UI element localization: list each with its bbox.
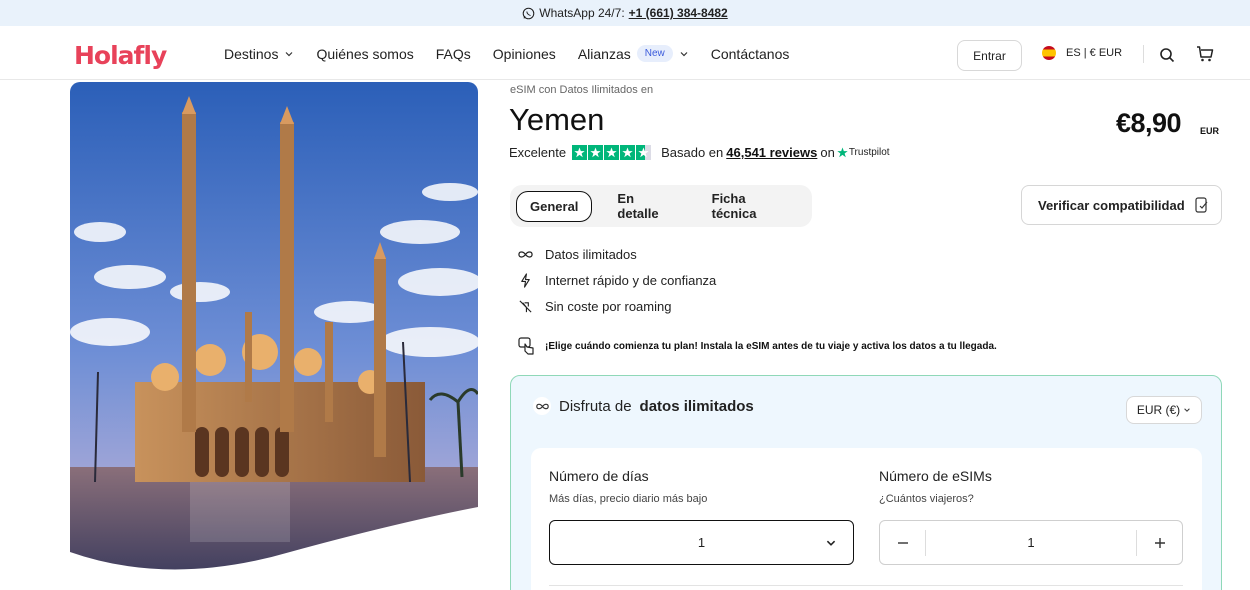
plan-start-info: ¡Elige cuándo comienza tu plan! Instala … — [518, 337, 997, 355]
trustpilot-brand[interactable]: Trustpilot — [837, 147, 890, 158]
chevron-down-icon — [286, 51, 293, 56]
feature-item: Datos ilimitados — [518, 241, 716, 267]
days-select-value: 1 — [697, 535, 706, 550]
days-select[interactable]: 1 — [549, 520, 854, 565]
cart-icon[interactable] — [1196, 45, 1214, 63]
nav-menu: Destinos Quiénes somos FAQs Opiniones Al… — [224, 27, 811, 80]
lightning-icon — [521, 272, 530, 288]
plan-start-info-text: ¡Elige cuándo comienza tu plan! Instala … — [545, 340, 997, 352]
reviews-prefix: Basado en — [661, 145, 724, 160]
plan-heading-bold: datos ilimitados — [639, 397, 754, 415]
price: €8,90 — [1116, 108, 1182, 138]
page-title: Yemen — [509, 102, 605, 137]
chevron-down-icon — [1184, 408, 1190, 412]
currency-select[interactable]: EUR (€) — [1126, 396, 1202, 424]
plan-heading: Disfruta de datos ilimitados — [533, 397, 754, 415]
nav-item-faqs[interactable]: FAQs — [436, 46, 471, 62]
nav-item-label: Contáctanos — [710, 45, 790, 62]
lang-currency-label: ES | € EUR — [1066, 47, 1123, 59]
esims-title: Número de eSIMs — [879, 468, 992, 484]
feature-label: Sin coste por roaming — [545, 298, 672, 314]
star-icon — [588, 145, 604, 160]
star-icon — [604, 145, 620, 160]
days-subtitle: Más días, precio diario más bajo — [549, 493, 708, 505]
increment-button[interactable] — [1137, 521, 1182, 564]
product-tabs: General En detalle Ficha técnica — [510, 185, 812, 227]
tab-general[interactable]: General — [516, 190, 593, 222]
feature-item: Internet rápido y de confianza — [518, 267, 716, 293]
destination-image — [70, 82, 478, 577]
feature-item: Sin coste por roaming — [518, 293, 716, 319]
plus-icon — [1154, 537, 1165, 548]
whatsapp-icon — [522, 7, 535, 19]
login-button[interactable]: Entrar — [957, 40, 1022, 71]
infinity-icon — [533, 397, 551, 415]
esims-quantity-stepper: 1 — [879, 520, 1183, 565]
nav-item-opiniones[interactable]: Opiniones — [493, 46, 556, 62]
top-contact-bar: WhatsApp 24/7: +1 (661) 384-8482 — [0, 0, 1250, 26]
whatsapp-label: WhatsApp 24/7: — [539, 6, 625, 20]
new-badge: New — [636, 45, 673, 62]
nav-divider — [1143, 45, 1144, 63]
esims-quantity-value[interactable]: 1 — [925, 529, 1137, 556]
plan-configurator: Disfruta de datos ilimitados EUR (€) Núm… — [510, 375, 1222, 590]
trustpilot-star-icon — [837, 147, 848, 158]
no-roaming-icon — [519, 299, 532, 313]
main-nav: Holafly Destinos Quiénes somos FAQs Opin… — [0, 27, 1250, 80]
rating-word: Excelente — [509, 145, 567, 160]
phone-link[interactable]: +1 (661) 384-8482 — [629, 6, 728, 20]
plan-options-panel: Número de días Más días, precio diario m… — [531, 448, 1202, 590]
divider — [549, 585, 1183, 586]
nav-item-quienes-somos[interactable]: Quiénes somos — [316, 46, 413, 62]
verify-compatibility-button[interactable]: Verificar compatibilidad — [1021, 185, 1222, 225]
spain-flag-icon — [1042, 46, 1056, 60]
nav-item-label: Quiénes somos — [316, 45, 414, 62]
nav-item-label: FAQs — [435, 45, 471, 62]
infinity-icon — [518, 250, 533, 258]
star-half-icon — [636, 145, 652, 160]
nav-item-destinos[interactable]: Destinos — [224, 46, 294, 62]
price-currency: EUR — [1200, 126, 1220, 136]
hand-tap-icon — [518, 337, 534, 355]
tab-ficha-tecnica[interactable]: Ficha técnica — [699, 184, 800, 228]
decrement-button[interactable] — [880, 521, 925, 564]
verify-label: Verificar compatibilidad — [1038, 197, 1185, 213]
feature-label: Internet rápido y de confianza — [545, 272, 717, 288]
reviews-on: on — [820, 145, 835, 160]
trustpilot-stars — [572, 145, 652, 160]
feature-list: Datos ilimitados Internet rápido y de co… — [518, 241, 716, 319]
feature-label: Datos ilimitados — [545, 246, 637, 262]
tab-en-detalle[interactable]: En detalle — [604, 184, 686, 228]
holafly-logo[interactable]: Holafly — [74, 41, 167, 70]
language-currency-selector[interactable]: ES | € EUR — [1042, 46, 1122, 60]
trustpilot-label: Trustpilot — [848, 147, 890, 158]
star-icon — [572, 145, 588, 160]
plan-heading-prefix: Disfruta de — [559, 397, 632, 415]
days-title: Número de días — [549, 468, 649, 484]
esims-subtitle: ¿Cuántos viajeros? — [879, 493, 974, 505]
currency-select-value: EUR (€) — [1136, 403, 1181, 417]
nav-item-label: Opiniones — [492, 45, 556, 62]
minus-icon — [897, 541, 908, 544]
star-icon — [620, 145, 636, 160]
chevron-down-icon — [680, 51, 688, 56]
nav-item-label: Destinos — [224, 45, 279, 62]
chevron-down-icon — [826, 540, 836, 546]
nav-item-contactanos[interactable]: Contáctanos — [711, 46, 790, 62]
search-icon[interactable] — [1159, 47, 1175, 63]
reviews-link[interactable]: 46,541 reviews — [726, 145, 817, 160]
phone-check-icon — [1195, 197, 1208, 213]
product-subtitle: eSIM con Datos Ilimitados en — [510, 84, 654, 96]
rating-row: Excelente Basado en 46,541 reviews on Tr… — [509, 145, 890, 160]
nav-item-alianzas[interactable]: Alianzas New — [578, 45, 689, 62]
nav-item-label: Alianzas — [577, 45, 631, 62]
